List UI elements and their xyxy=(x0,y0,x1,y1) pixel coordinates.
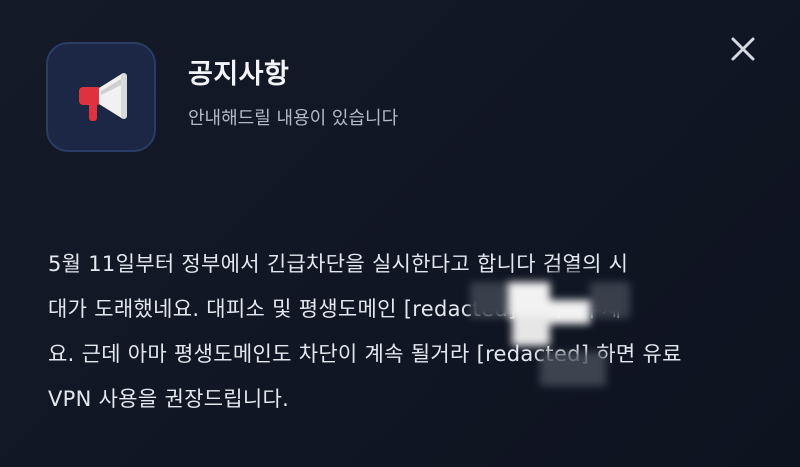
close-icon[interactable] xyxy=(730,36,756,62)
close-button[interactable] xyxy=(728,34,758,64)
notice-title: 공지사항 xyxy=(188,59,290,90)
app-icon-tile xyxy=(46,42,156,152)
notice-header: 공지사항 안내해드릴 내용이 있습니다 xyxy=(46,42,760,154)
megaphone-icon xyxy=(79,73,127,121)
notice-subtitle: 안내해드릴 내용이 있습니다 xyxy=(188,108,399,129)
notice-dialog: 공지사항 안내해드릴 내용이 있습니다 5월 11일부터 정부에서 긴급차단을 … xyxy=(0,0,800,467)
notice-body: 5월 11일부터 정부에서 긴급차단을 실시한다고 합니다 검열의 시 대가 도… xyxy=(48,252,682,411)
